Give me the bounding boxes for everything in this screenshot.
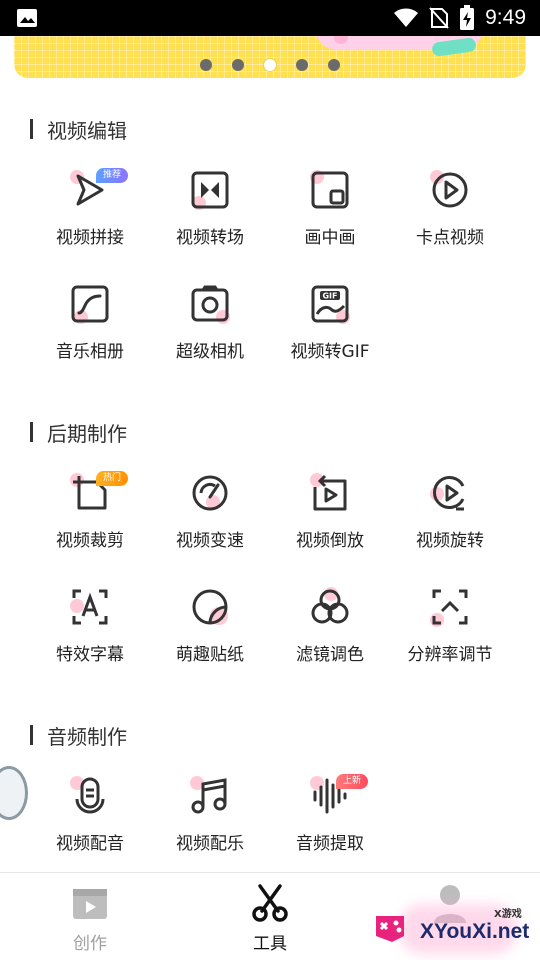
tool-label: 视频裁剪 <box>56 531 124 551</box>
watermark-small-text: X游戏 <box>494 909 522 920</box>
pager-dot[interactable] <box>200 59 212 71</box>
tool-resolution-adjust[interactable]: 分辨率调节 <box>390 587 510 697</box>
tool-audio-extract[interactable]: 上新 音频提取 <box>270 774 390 886</box>
tool-label: 音频提取 <box>296 834 364 854</box>
camera-icon <box>190 284 230 324</box>
pager-dot[interactable] <box>232 59 244 71</box>
tool-label: 视频拼接 <box>56 228 124 248</box>
tool-music-album[interactable]: 音乐相册 <box>30 284 150 394</box>
tool-label: 画中画 <box>304 228 356 248</box>
tool-label: 卡点视频 <box>416 228 484 248</box>
film-play-icon <box>73 889 107 919</box>
pager-dot[interactable] <box>296 59 308 71</box>
tool-filter-color[interactable]: 滤镜调色 <box>270 587 390 697</box>
gif-icon: GIF <box>310 284 350 324</box>
nav-tab-label: 创作 <box>73 934 107 954</box>
banner-carousel[interactable] <box>14 36 526 78</box>
tool-video-reverse[interactable]: 视频倒放 <box>270 473 390 583</box>
badge-hot: 热门 <box>96 471 129 486</box>
microphone-icon <box>70 776 110 816</box>
tool-label: 视频变速 <box>176 531 244 551</box>
floating-assistant-button[interactable] <box>0 766 28 820</box>
badge-new: 上新 <box>336 774 369 789</box>
section-title-post-production: 后期制作 <box>30 417 127 447</box>
pager-dot-active[interactable] <box>264 59 276 71</box>
tool-beat-video[interactable]: 卡点视频 <box>390 170 510 280</box>
section-title-text: 后期制作 <box>47 421 127 446</box>
nav-tab-tools[interactable]: 工具 <box>180 873 360 960</box>
pager-dot[interactable] <box>328 59 340 71</box>
reverse-play-icon <box>310 473 350 513</box>
wifi-icon <box>394 8 419 27</box>
tool-label: 超级相机 <box>176 342 244 362</box>
tool-effect-subtitle[interactable]: 特效字幕 <box>30 587 150 697</box>
tool-video-to-gif[interactable]: GIF 视频转GIF <box>270 284 390 394</box>
music-note-icon <box>190 776 230 816</box>
tool-label: 滤镜调色 <box>296 645 364 665</box>
tool-video-music[interactable]: 视频配乐 <box>150 776 270 886</box>
tool-label: 特效字幕 <box>56 645 124 665</box>
tool-label: 分辨率调节 <box>407 645 493 665</box>
tool-video-transition[interactable]: 视频转场 <box>150 170 270 280</box>
nav-tab-create[interactable]: 创作 <box>0 873 180 960</box>
picture-in-picture-icon <box>310 170 350 210</box>
tool-video-crop[interactable]: 热门 视频裁剪 <box>30 471 150 583</box>
tool-super-camera[interactable]: 超级相机 <box>150 284 270 394</box>
section-title-bar <box>30 422 33 442</box>
tool-label: 视频倒放 <box>296 531 364 551</box>
status-bar: 9:49 <box>0 0 540 36</box>
tool-label: 视频配音 <box>56 834 124 854</box>
gallery-icon <box>17 9 37 27</box>
sticker-icon <box>190 587 230 627</box>
tool-label: 视频配乐 <box>176 834 244 854</box>
rotate-play-icon <box>430 473 470 513</box>
tool-video-speed[interactable]: 视频变速 <box>150 473 270 583</box>
music-album-icon <box>70 284 110 324</box>
gamepad-logo-icon <box>376 916 404 942</box>
tool-video-rotate[interactable]: 视频旋转 <box>390 473 510 583</box>
status-time: 9:49 <box>485 6 526 29</box>
play-circle-icon <box>430 170 470 210</box>
no-sim-icon <box>429 7 449 29</box>
section-title-text: 音频制作 <box>47 724 127 749</box>
svg-text:GIF: GIF <box>322 292 337 301</box>
tool-label: 视频旋转 <box>416 531 484 551</box>
tool-video-dubbing[interactable]: 视频配音 <box>30 776 150 886</box>
watermark-text: XYouXi.net <box>420 920 530 943</box>
badge-recommended: 推荐 <box>96 168 129 183</box>
tool-picture-in-picture[interactable]: 画中画 <box>270 170 390 280</box>
tool-label: 视频转GIF <box>290 342 370 362</box>
section-title-audio: 音频制作 <box>30 720 127 750</box>
filter-icon <box>310 587 350 627</box>
resolution-icon <box>430 587 470 627</box>
tool-label: 视频转场 <box>176 228 244 248</box>
tool-video-concat[interactable]: 推荐 视频拼接 <box>30 168 150 280</box>
tool-label: 音乐相册 <box>56 342 124 362</box>
tool-label: 萌趣贴纸 <box>176 645 244 665</box>
section-title-bar <box>30 725 33 745</box>
section-title-text: 视频编辑 <box>47 118 127 143</box>
subtitle-icon <box>70 587 110 627</box>
tool-cute-sticker[interactable]: 萌趣贴纸 <box>150 587 270 697</box>
scissors-icon <box>252 884 288 922</box>
section-title-video-edit: 视频编辑 <box>30 114 127 144</box>
nav-tab-label: 工具 <box>253 934 287 954</box>
section-title-bar <box>30 119 33 139</box>
transition-icon <box>190 170 230 210</box>
site-watermark: X游戏 XYouXi.net <box>368 896 540 960</box>
battery-charging-icon <box>460 5 475 30</box>
banner-pager <box>0 59 540 71</box>
speedometer-icon <box>190 473 230 513</box>
